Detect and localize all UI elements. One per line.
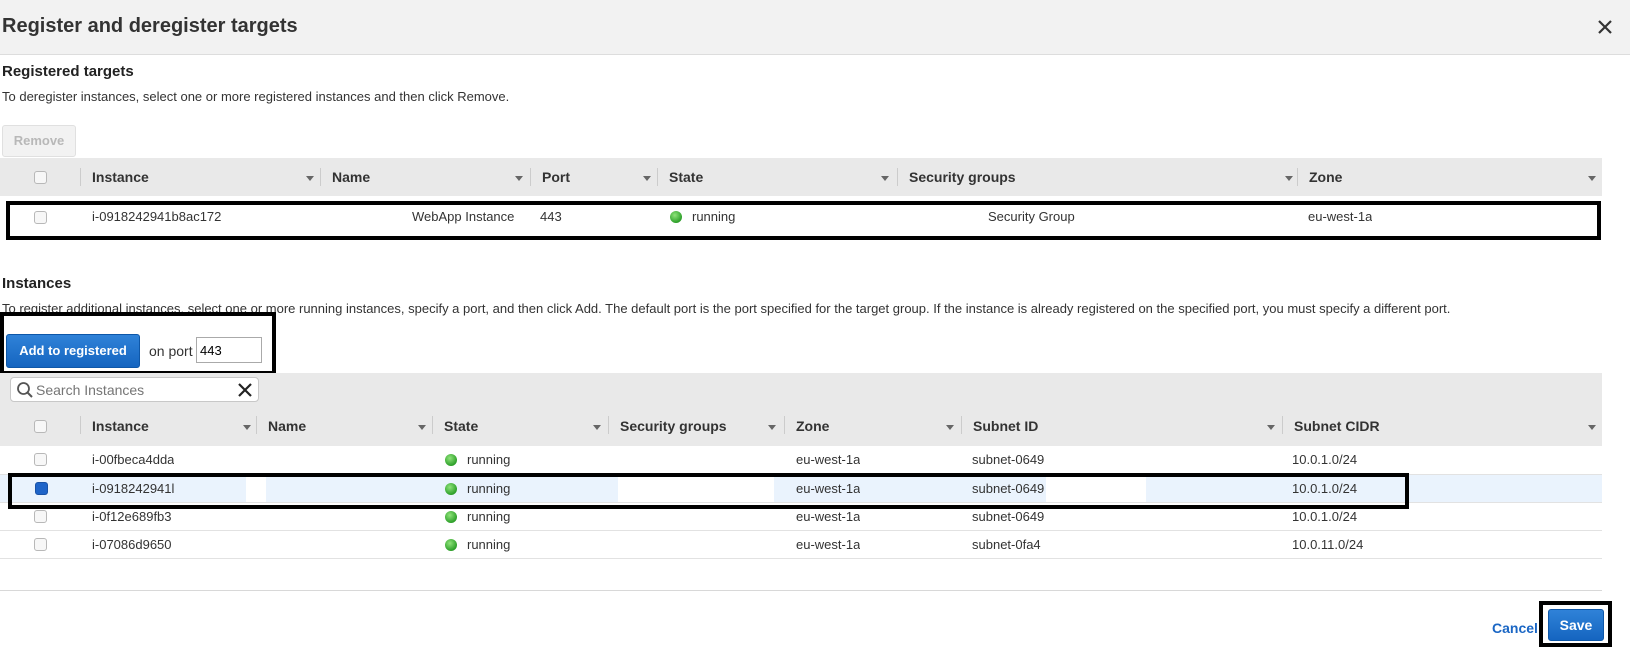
sort-icon[interactable] xyxy=(1285,176,1293,181)
sort-icon[interactable] xyxy=(1267,425,1275,430)
highlight-box xyxy=(1539,601,1612,647)
registered-targets-description: To deregister instances, select one or m… xyxy=(2,89,510,104)
sort-icon[interactable] xyxy=(946,425,954,430)
state-value: running xyxy=(467,509,511,524)
highlight-box xyxy=(0,312,276,375)
sort-icon[interactable] xyxy=(768,425,776,430)
remove-button[interactable]: Remove xyxy=(2,125,76,157)
table-row[interactable]: i-00fbeca4dda running eu-west-1a subnet-… xyxy=(0,446,1602,474)
column-header-zone[interactable]: Zone xyxy=(1309,158,1342,196)
sort-icon[interactable] xyxy=(1588,425,1596,430)
sort-icon[interactable] xyxy=(243,425,251,430)
cancel-button[interactable]: Cancel xyxy=(1492,620,1538,636)
footer-divider xyxy=(0,590,1602,591)
subnet-cidr-value: 10.0.1.0/24 xyxy=(1292,509,1358,524)
sort-icon[interactable] xyxy=(643,176,651,181)
sort-icon[interactable] xyxy=(418,425,426,430)
sort-icon[interactable] xyxy=(593,425,601,430)
state-value: running xyxy=(467,537,511,552)
select-all-instances-checkbox[interactable] xyxy=(34,420,47,433)
registered-targets-title: Registered targets xyxy=(2,63,134,80)
column-header-name[interactable]: Name xyxy=(332,158,370,196)
column-header-name[interactable]: Name xyxy=(268,406,306,446)
zone-value: eu-west-1a xyxy=(796,537,861,552)
state-value: running xyxy=(467,452,511,467)
column-header-state[interactable]: State xyxy=(444,406,478,446)
column-header-state[interactable]: State xyxy=(669,158,703,196)
table-row[interactable]: i-0f12e689fb3 running eu-west-1a subnet-… xyxy=(0,503,1602,530)
sort-icon[interactable] xyxy=(306,176,314,181)
registered-table-header: Instance Name Port State Security groups… xyxy=(0,158,1602,196)
zone-value: eu-west-1a xyxy=(796,452,861,467)
column-header-instance[interactable]: Instance xyxy=(92,158,149,196)
column-header-instance[interactable]: Instance xyxy=(92,406,149,446)
column-header-security-groups[interactable]: Security groups xyxy=(620,406,727,446)
column-header-subnet-cidr[interactable]: Subnet CIDR xyxy=(1294,406,1380,446)
row-checkbox[interactable] xyxy=(34,510,47,523)
running-status-icon xyxy=(445,539,457,551)
select-all-registered-checkbox[interactable] xyxy=(34,171,47,184)
subnet-cidr-value: 10.0.1.0/24 xyxy=(1292,452,1358,467)
subnet-id-value: subnet-0649 xyxy=(972,452,1044,467)
running-status-icon xyxy=(445,454,457,466)
instance-id: i-07086d9650 xyxy=(92,537,172,552)
zone-value: eu-west-1a xyxy=(796,509,861,524)
instance-id: i-00fbeca4dda xyxy=(92,452,174,467)
column-header-port[interactable]: Port xyxy=(542,158,570,196)
row-checkbox[interactable] xyxy=(34,453,47,466)
search-input[interactable] xyxy=(36,380,226,399)
row-checkbox[interactable] xyxy=(34,538,47,551)
close-icon[interactable] xyxy=(1592,14,1618,40)
sort-icon[interactable] xyxy=(1588,176,1596,181)
highlight-box xyxy=(6,201,1601,240)
table-row[interactable]: i-07086d9650 running eu-west-1a subnet-0… xyxy=(0,531,1602,558)
search-box[interactable] xyxy=(10,377,259,402)
instances-title: Instances xyxy=(2,275,72,292)
column-header-subnet-id[interactable]: Subnet ID xyxy=(973,406,1038,446)
subnet-cidr-value: 10.0.11.0/24 xyxy=(1292,537,1364,552)
column-header-zone[interactable]: Zone xyxy=(796,406,829,446)
sort-icon[interactable] xyxy=(881,176,889,181)
sort-icon[interactable] xyxy=(515,176,523,181)
subnet-id-value: subnet-0fa4 xyxy=(972,537,1041,552)
search-icon xyxy=(17,382,33,398)
running-status-icon xyxy=(445,511,457,523)
instance-id: i-0f12e689fb3 xyxy=(92,509,172,524)
instances-table-header: Instance Name State Security groups Zone… xyxy=(0,406,1602,446)
dialog-title: Register and deregister targets xyxy=(2,15,298,37)
clear-icon[interactable] xyxy=(237,382,253,398)
column-header-security-groups[interactable]: Security groups xyxy=(909,158,1016,196)
subnet-id-value: subnet-0649 xyxy=(972,509,1044,524)
